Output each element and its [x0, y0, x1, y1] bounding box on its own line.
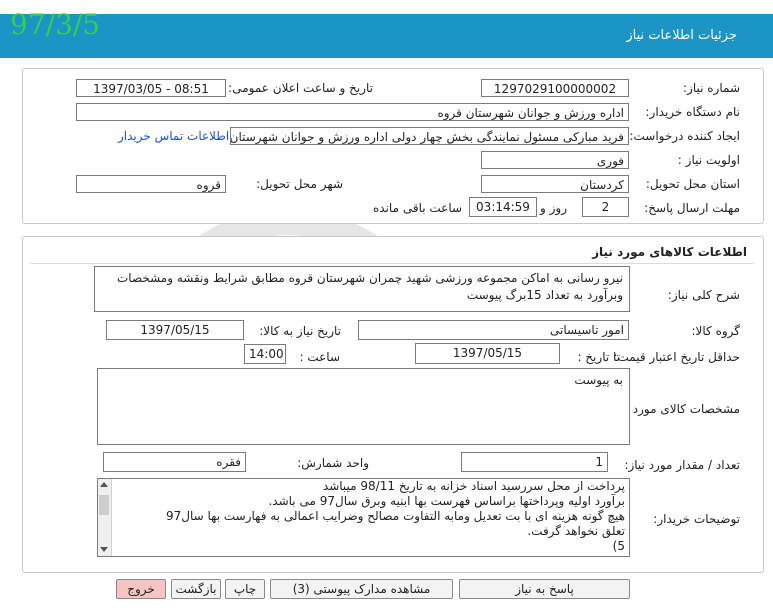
buyer-label: نام دستگاه خریدار: [645, 105, 741, 119]
page-title: جزئیات اطلاعات نیاز [626, 28, 737, 43]
hour-field: 14:00 [244, 344, 286, 364]
scroll-up-arrow-icon[interactable] [100, 482, 108, 487]
notes-line: 5) [612, 539, 625, 553]
remaining-label: ساعت باقی مانده [373, 201, 463, 215]
announce-label: تاریخ و ساعت اعلان عمومی: [228, 81, 373, 95]
creator-label: ایجاد کننده درخواست: [629, 129, 740, 143]
scroll-down-arrow-icon[interactable] [100, 547, 108, 552]
priority-label: اولویت نیاز : [677, 153, 740, 167]
notes-scrollbar[interactable] [98, 479, 112, 556]
desc-field: نیرو رسانی به اماکن مجموعه ورزشی شهید چم… [94, 266, 630, 312]
notes-label: توضیحات خریدار: [653, 512, 740, 526]
days-label: روز و [540, 201, 567, 215]
until-label: تا تاریخ : [577, 350, 620, 364]
need-date-field: 1397/05/15 [106, 320, 244, 340]
group-field: امور تاسیساتی [358, 320, 629, 340]
until-date-field: 1397/05/15 [415, 343, 560, 364]
buyer-field: اداره ورزش و جوانان شهرستان قروه [76, 103, 629, 121]
unit-label: واحد شمارش: [297, 456, 369, 470]
validity-label: حداقل تاریخ اعتبار قیمت: [613, 350, 740, 364]
deadline-label: مهلت ارسال پاسخ: [644, 201, 740, 215]
notes-field: پرداخت از محل سررسید اسناد خزانه به تاری… [97, 478, 630, 557]
contact-buyer-link[interactable]: اطلاعات تماس خریدار [118, 129, 229, 143]
need-number-label: شماره نیاز: [683, 81, 740, 95]
province-field: کردستان [481, 175, 629, 193]
creator-field: فرید مبارکی مسئول نمایندگی بخش چهار دولی… [230, 127, 629, 145]
notes-line: تعلق نخواهد گرفت. [527, 524, 625, 538]
days-field: 2 [582, 197, 629, 217]
city-field: قروه [76, 175, 226, 193]
unit-field: فقره [103, 452, 246, 472]
qty-label: تعداد / مقدار مورد نیاز: [624, 458, 740, 472]
notes-line: پرداخت از محل سررسید اسناد خزانه به تاری… [322, 479, 625, 493]
province-label: استان محل تحویل: [645, 177, 740, 191]
desc-label: شرح کلی نیاز: [667, 288, 740, 302]
notes-line: هیچ گونه هزینه ای با بت تعدیل ومابه التف… [166, 509, 625, 523]
goods-section-title: اطلاعات کالاهای مورد نیاز [592, 245, 747, 259]
notes-line: برآورد اولیه وپرداختها براساس فهرست بها … [268, 494, 625, 508]
print-button[interactable]: چاپ [225, 579, 265, 599]
group-label: گروه کالا: [691, 324, 741, 338]
reply-button[interactable]: پاسخ به نیاز [459, 579, 630, 599]
hour-label: ساعت : [299, 350, 340, 364]
exit-button[interactable]: خروج [116, 579, 166, 599]
attachments-button[interactable]: مشاهده مدارک پیوستی (3) [270, 579, 453, 599]
qty-field: 1 [461, 452, 608, 472]
scroll-thumb[interactable] [99, 495, 109, 515]
need-date-label: تاریخ نیاز به کالا: [259, 324, 341, 338]
back-button[interactable]: بازگشت [171, 579, 221, 599]
announce-field: 1397/03/05 - 08:51 [76, 79, 226, 97]
spec-field: به پیوست [97, 368, 630, 445]
goods-section-divider [30, 263, 754, 264]
time-remaining-field: 03:14:59 [469, 197, 537, 217]
date-stamp: 97/3/5 [10, 8, 101, 41]
priority-field: فوری [481, 151, 629, 169]
city-label: شهر محل تحویل: [256, 177, 343, 191]
need-number-field: 1297029100000002 [481, 79, 629, 97]
